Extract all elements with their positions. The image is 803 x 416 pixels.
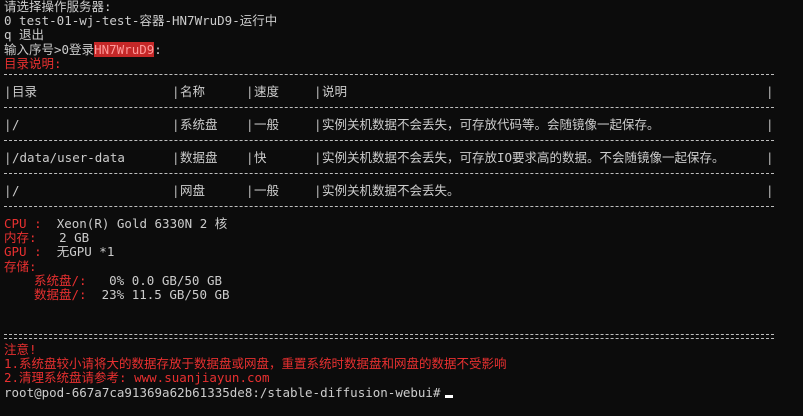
text-cursor [444,394,453,398]
gpu-line: GPU : 无GPU *1 [4,245,803,259]
shell-prompt-line[interactable]: root@pod-667a7ca91369a62b61335de8:/stabl… [4,384,803,400]
row-0-description: 实例关机数据不会丢失，可存放代码等。会随镜像一起保存。 [322,116,660,132]
row-1-description: 实例关机数据不会丢失，可存放IO要求高的数据。不会随镜像一起保存。 [322,149,725,165]
input-suffix: : [154,41,162,57]
table-row: | / | 系统盘 | 一般 | 实例关机数据不会丢失，可存放代码等。会随镜像一… [4,115,774,135]
row-2-directory: / [12,182,20,198]
data-disk-line: 数据盘/: 23% 11.5 GB/50 GB [4,286,803,302]
row-0-name: 系统盘 [180,116,218,132]
row-2-speed: 一般 [254,182,280,198]
row-0-directory: / [12,116,20,132]
terminal-window[interactable]: 请选择操作服务器: 0 test-01-wj-test-容器-HN7WruD9-… [0,0,803,400]
table-divider [4,106,774,115]
table-row: | /data/user-data | 数据盘 | 快 | 实例关机数据不会丢失… [4,148,774,168]
table-divider [4,205,774,214]
header-directory: 目录 [12,83,38,99]
row-2-description: 实例关机数据不会丢失。 [322,182,460,198]
table-divider [4,139,774,148]
server-option-0: 0 test-01-wj-test-容器-HN7WruD9-运行中 [4,13,278,29]
row-1-directory: /data/user-data [12,149,125,165]
input-prefix: 输入序号>0登录 [4,41,95,57]
notice-separator [4,334,774,340]
directory-table: | 目录 | 名称 | 速度 | 说明 | | / | 系统盘 | 一般 | 实… [4,73,774,214]
system-disk-line: 系统盘/: 0% 0.0 GB/50 GB [4,272,803,288]
data-disk-value: 23% 11.5 GB/50 GB [101,286,230,302]
notice-line-2: 2.清理系统盘请参考: www.suanjiayun.com [4,370,270,386]
cpu-value: Xeon(R) Gold 6330N 2 核 [56,215,228,231]
directory-title: 目录说明: [4,55,62,71]
row-1-name: 数据盘 [180,149,218,165]
cpu-line: CPU : Xeon(R) Gold 6330N 2 核 [4,215,803,231]
table-header-row: | 目录 | 名称 | 速度 | 说明 | [4,82,774,102]
gpu-label: GPU : [4,244,42,260]
exit-option: q 退出 [4,27,45,43]
header-name: 名称 [180,83,206,99]
system-disk-label: 系统盘/: [34,272,87,288]
table-divider [4,172,774,181]
shell-prompt: root@pod-667a7ca91369a62b61335de8:/stabl… [4,384,441,400]
memory-value: 2 GB [59,230,90,246]
storage-label: 存储: [4,258,37,274]
row-1-speed: 快 [254,149,267,165]
gpu-value: 无GPU *1 [56,244,115,260]
header-description: 说明 [322,83,348,99]
system-disk-value: 0% 0.0 GB/50 GB [109,272,223,288]
cpu-label: CPU : [4,215,42,231]
memory-label: 内存: [4,230,37,246]
input-highlight: HN7WruD9 [94,41,155,57]
notice-line-1: 1.系统盘较小请将大的数据存放于数据盘或网盘，重置系统时数据盘和网盘的数据不受影… [4,356,507,372]
memory-line: 内存: 2 GB [4,231,803,245]
table-row: | / | 网盘 | 一般 | 实例关机数据不会丢失。 | [4,181,774,201]
notice-title: 注意! [4,342,37,358]
row-2-name: 网盘 [180,182,206,198]
header-speed: 速度 [254,83,280,99]
select-server-title: 请选择操作服务器: [4,0,112,14]
table-divider [4,73,774,82]
data-disk-label: 数据盘/: [34,286,87,302]
input-line: 输入序号>0登录HN7WruD9: [4,41,803,57]
row-0-speed: 一般 [254,116,280,132]
